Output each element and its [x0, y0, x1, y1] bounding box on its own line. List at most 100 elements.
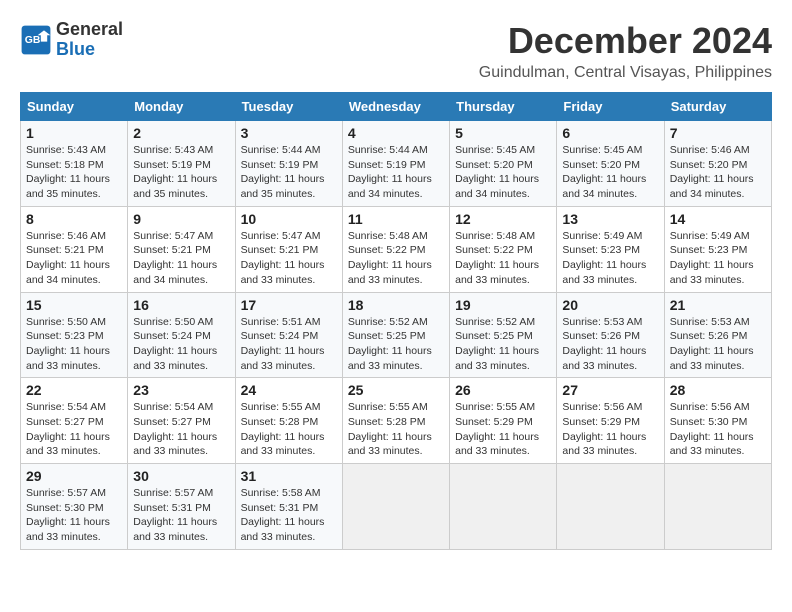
day-detail: Sunrise: 5:48 AM Sunset: 5:22 PM Dayligh…: [455, 229, 551, 288]
header-thursday: Thursday: [450, 93, 557, 121]
header-sunday: Sunday: [21, 93, 128, 121]
day-number: 29: [26, 468, 122, 484]
day-detail: Sunrise: 5:49 AM Sunset: 5:23 PM Dayligh…: [670, 229, 766, 288]
day-cell: 22 Sunrise: 5:54 AM Sunset: 5:27 PM Dayli…: [21, 378, 128, 464]
day-number: 3: [241, 125, 337, 141]
day-cell: 30 Sunrise: 5:57 AM Sunset: 5:31 PM Dayli…: [128, 464, 235, 550]
day-detail: Sunrise: 5:55 AM Sunset: 5:28 PM Dayligh…: [348, 400, 444, 459]
page-header: GB General Blue December 2024 Guindulman…: [20, 20, 772, 82]
day-detail: Sunrise: 5:52 AM Sunset: 5:25 PM Dayligh…: [348, 315, 444, 374]
day-detail: Sunrise: 5:46 AM Sunset: 5:20 PM Dayligh…: [670, 143, 766, 202]
day-cell: 25Sunrise: 5:55 AM Sunset: 5:28 PM Dayli…: [342, 378, 449, 464]
title-block: December 2024 Guindulman, Central Visaya…: [479, 20, 772, 82]
header-friday: Friday: [557, 93, 664, 121]
day-cell: 21Sunrise: 5:53 AM Sunset: 5:26 PM Dayli…: [664, 292, 771, 378]
day-detail: Sunrise: 5:47 AM Sunset: 5:21 PM Dayligh…: [133, 229, 229, 288]
day-detail: Sunrise: 5:54 AM Sunset: 5:27 PM Dayligh…: [26, 400, 122, 459]
svg-text:GB: GB: [25, 35, 41, 46]
day-detail: Sunrise: 5:50 AM Sunset: 5:24 PM Dayligh…: [133, 315, 229, 374]
day-detail: Sunrise: 5:54 AM Sunset: 5:27 PM Dayligh…: [133, 400, 229, 459]
day-cell: 14 Sunrise: 5:49 AM Sunset: 5:23 PM Dayli…: [664, 206, 771, 292]
day-detail: Sunrise: 5:52 AM Sunset: 5:25 PM Dayligh…: [455, 315, 551, 374]
day-cell: 11 Sunrise: 5:48 AM Sunset: 5:22 PM Dayli…: [342, 206, 449, 292]
logo-line2: Blue: [56, 40, 123, 60]
day-cell: 31 Sunrise: 5:58 AM Sunset: 5:31 PM Dayli…: [235, 464, 342, 550]
day-number: 12: [455, 211, 551, 227]
calendar-week-row: 22 Sunrise: 5:54 AM Sunset: 5:27 PM Dayli…: [21, 378, 772, 464]
calendar-week-row: 8 Sunrise: 5:46 AM Sunset: 5:21 PM Daylig…: [21, 206, 772, 292]
empty-cell: [450, 464, 557, 550]
day-number: 1: [26, 125, 122, 141]
day-number: 4: [348, 125, 444, 141]
day-detail: Sunrise: 5:53 AM Sunset: 5:26 PM Dayligh…: [562, 315, 658, 374]
day-detail: Sunrise: 5:55 AM Sunset: 5:29 PM Dayligh…: [455, 400, 551, 459]
day-detail: Sunrise: 5:47 AM Sunset: 5:21 PM Dayligh…: [241, 229, 337, 288]
empty-cell: [557, 464, 664, 550]
day-number: 26: [455, 382, 551, 398]
day-number: 13: [562, 211, 658, 227]
day-number: 28: [670, 382, 766, 398]
day-detail: Sunrise: 5:48 AM Sunset: 5:22 PM Dayligh…: [348, 229, 444, 288]
day-number: 31: [241, 468, 337, 484]
day-detail: Sunrise: 5:45 AM Sunset: 5:20 PM Dayligh…: [562, 143, 658, 202]
day-cell: 28 Sunrise: 5:56 AM Sunset: 5:30 PM Dayli…: [664, 378, 771, 464]
day-detail: Sunrise: 5:56 AM Sunset: 5:29 PM Dayligh…: [562, 400, 658, 459]
day-cell: 24Sunrise: 5:55 AM Sunset: 5:28 PM Dayli…: [235, 378, 342, 464]
day-cell: 9 Sunrise: 5:47 AM Sunset: 5:21 PM Daylig…: [128, 206, 235, 292]
logo-icon: GB: [20, 24, 52, 56]
day-cell: 15 Sunrise: 5:50 AM Sunset: 5:23 PM Dayli…: [21, 292, 128, 378]
day-number: 18: [348, 297, 444, 313]
day-detail: Sunrise: 5:58 AM Sunset: 5:31 PM Dayligh…: [241, 486, 337, 545]
day-cell: 10 Sunrise: 5:47 AM Sunset: 5:21 PM Dayli…: [235, 206, 342, 292]
day-detail: Sunrise: 5:57 AM Sunset: 5:31 PM Dayligh…: [133, 486, 229, 545]
day-detail: Sunrise: 5:45 AM Sunset: 5:20 PM Dayligh…: [455, 143, 551, 202]
day-detail: Sunrise: 5:46 AM Sunset: 5:21 PM Dayligh…: [26, 229, 122, 288]
day-number: 11: [348, 211, 444, 227]
day-number: 19: [455, 297, 551, 313]
day-cell: 1Sunrise: 5:43 AM Sunset: 5:18 PM Daylig…: [21, 121, 128, 207]
day-number: 9: [133, 211, 229, 227]
header-tuesday: Tuesday: [235, 93, 342, 121]
day-detail: Sunrise: 5:49 AM Sunset: 5:23 PM Dayligh…: [562, 229, 658, 288]
day-cell: 5 Sunrise: 5:45 AM Sunset: 5:20 PM Daylig…: [450, 121, 557, 207]
day-number: 15: [26, 297, 122, 313]
day-cell: 23Sunrise: 5:54 AM Sunset: 5:27 PM Dayli…: [128, 378, 235, 464]
logo-text: General Blue: [56, 20, 123, 60]
day-number: 27: [562, 382, 658, 398]
day-detail: Sunrise: 5:50 AM Sunset: 5:23 PM Dayligh…: [26, 315, 122, 374]
day-number: 30: [133, 468, 229, 484]
day-number: 22: [26, 382, 122, 398]
day-number: 5: [455, 125, 551, 141]
day-cell: 19 Sunrise: 5:52 AM Sunset: 5:25 PM Dayli…: [450, 292, 557, 378]
day-cell: 13 Sunrise: 5:49 AM Sunset: 5:23 PM Dayli…: [557, 206, 664, 292]
day-number: 14: [670, 211, 766, 227]
logo: GB General Blue: [20, 20, 123, 60]
header-saturday: Saturday: [664, 93, 771, 121]
day-cell: 3 Sunrise: 5:44 AM Sunset: 5:19 PM Daylig…: [235, 121, 342, 207]
day-cell: 12 Sunrise: 5:48 AM Sunset: 5:22 PM Dayli…: [450, 206, 557, 292]
day-number: 8: [26, 211, 122, 227]
calendar-week-row: 15 Sunrise: 5:50 AM Sunset: 5:23 PM Dayli…: [21, 292, 772, 378]
day-cell: 2Sunrise: 5:43 AM Sunset: 5:19 PM Daylig…: [128, 121, 235, 207]
day-detail: Sunrise: 5:51 AM Sunset: 5:24 PM Dayligh…: [241, 315, 337, 374]
day-cell: 7Sunrise: 5:46 AM Sunset: 5:20 PM Daylig…: [664, 121, 771, 207]
day-cell: 8 Sunrise: 5:46 AM Sunset: 5:21 PM Daylig…: [21, 206, 128, 292]
day-cell: 4Sunrise: 5:44 AM Sunset: 5:19 PM Daylig…: [342, 121, 449, 207]
day-detail: Sunrise: 5:56 AM Sunset: 5:30 PM Dayligh…: [670, 400, 766, 459]
header-monday: Monday: [128, 93, 235, 121]
day-number: 10: [241, 211, 337, 227]
day-detail: Sunrise: 5:53 AM Sunset: 5:26 PM Dayligh…: [670, 315, 766, 374]
empty-cell: [664, 464, 771, 550]
day-cell: 20Sunrise: 5:53 AM Sunset: 5:26 PM Dayli…: [557, 292, 664, 378]
month-title: December 2024: [479, 20, 772, 62]
empty-cell: [342, 464, 449, 550]
day-detail: Sunrise: 5:44 AM Sunset: 5:19 PM Dayligh…: [241, 143, 337, 202]
day-cell: 6Sunrise: 5:45 AM Sunset: 5:20 PM Daylig…: [557, 121, 664, 207]
calendar-week-row: 1Sunrise: 5:43 AM Sunset: 5:18 PM Daylig…: [21, 121, 772, 207]
day-cell: 29 Sunrise: 5:57 AM Sunset: 5:30 PM Dayli…: [21, 464, 128, 550]
calendar-header-row: SundayMondayTuesdayWednesdayThursdayFrid…: [21, 93, 772, 121]
day-detail: Sunrise: 5:57 AM Sunset: 5:30 PM Dayligh…: [26, 486, 122, 545]
day-cell: 16Sunrise: 5:50 AM Sunset: 5:24 PM Dayli…: [128, 292, 235, 378]
day-number: 24: [241, 382, 337, 398]
header-wednesday: Wednesday: [342, 93, 449, 121]
